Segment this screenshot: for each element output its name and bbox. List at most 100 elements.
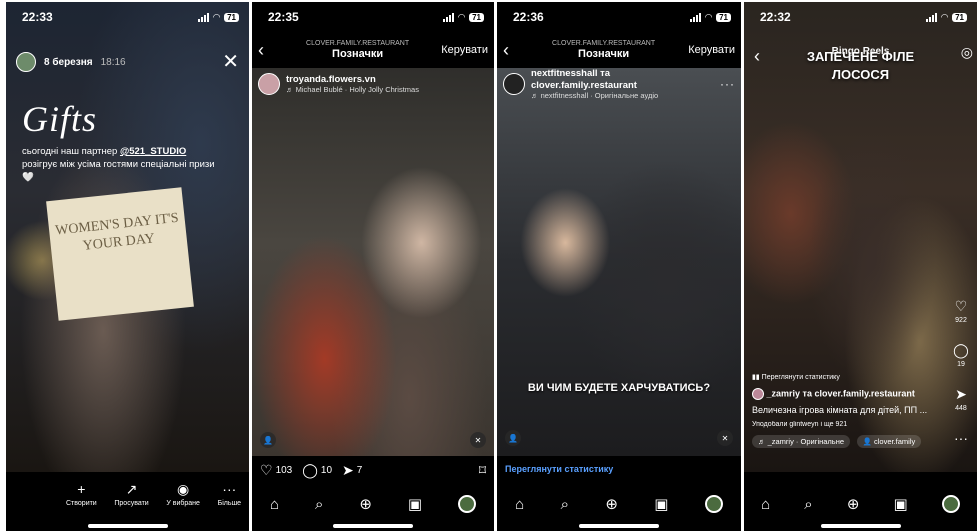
- send-icon: ➤: [955, 386, 967, 402]
- avatar[interactable]: [16, 52, 36, 72]
- heart-icon: ♡: [954, 298, 968, 314]
- account-name: CLOVER.FAMILY.RESTAURANT: [306, 40, 410, 48]
- tag-pill[interactable]: 👤 clover.family: [856, 434, 922, 449]
- profile-avatar[interactable]: [941, 495, 960, 513]
- profile-avatar[interactable]: [458, 495, 477, 513]
- signal-icon: [690, 12, 702, 22]
- bottom-nav: ⌂ ⌕ ⊕ ▣: [497, 490, 741, 518]
- audio-pill[interactable]: ♬ _zamriy · Оригінальне: [752, 434, 851, 449]
- top-bar: ‹ CLOVER.FAMILY.RESTAURANT Позначки Керу…: [497, 32, 741, 68]
- gifts-title: Gifts: [22, 99, 98, 139]
- signal-icon: [926, 12, 938, 22]
- status-bar: 22:36 ◠ 71: [497, 2, 741, 32]
- search-icon[interactable]: ⌕: [561, 496, 569, 513]
- bookmark-icon[interactable]: ⌑: [479, 462, 486, 479]
- post-username[interactable]: nextfitnesshall та clover.family.restaur…: [531, 68, 714, 91]
- create-icon[interactable]: ⊕: [847, 495, 860, 513]
- reels-icon[interactable]: ▣: [654, 495, 668, 513]
- mute-icon[interactable]: ✕: [470, 432, 486, 448]
- reels-icon[interactable]: ▣: [894, 495, 908, 513]
- manage-button[interactable]: Керувати: [441, 44, 488, 56]
- search-icon[interactable]: ⌕: [315, 496, 323, 513]
- status-bar: 22:32 ◠ 71: [744, 2, 977, 32]
- more-icon: ···: [954, 430, 968, 446]
- avatar[interactable]: [503, 73, 525, 95]
- home-indicator: [820, 524, 901, 528]
- create-button[interactable]: + Створити: [66, 482, 97, 507]
- view-stats-link[interactable]: ▮▮ Переглянути статистику: [752, 374, 947, 383]
- bottom-nav: ⌂ ⌕ ⊕ ▣: [252, 490, 494, 518]
- heart-icon: ♡: [260, 462, 273, 478]
- partner-link[interactable]: @521_STUDIO: [120, 146, 186, 157]
- share-button[interactable]: ➤ 448: [955, 386, 967, 412]
- comment-icon: ◯: [302, 462, 318, 478]
- profile-avatar[interactable]: [704, 495, 723, 513]
- create-icon[interactable]: ⊕: [359, 495, 372, 513]
- post-video[interactable]: [497, 68, 741, 456]
- more-icon: ···: [222, 481, 237, 497]
- battery-icon: 71: [224, 12, 239, 22]
- more-icon[interactable]: ···: [720, 77, 735, 91]
- comment-button[interactable]: ◯ 10: [302, 462, 332, 479]
- home-indicator: [579, 524, 659, 528]
- tagged-post-screen: 22:36 ◠ 71 ‹ CLOVER.FAMILY.RESTAURANT По…: [497, 2, 741, 531]
- battery-icon: 71: [469, 12, 484, 22]
- promote-button[interactable]: ↗ Просувати: [114, 482, 148, 507]
- back-icon[interactable]: ‹: [754, 46, 760, 67]
- bottom-nav: ⌂ ⌕ ⊕ ▣: [744, 490, 977, 518]
- page-title: Позначки: [578, 47, 630, 60]
- wifi-icon: ◠: [213, 11, 221, 22]
- status-time: 22:35: [268, 10, 299, 24]
- signal-icon: [198, 12, 210, 22]
- post-audio[interactable]: ♬ Michael Bublé · Holly Jolly Christmas: [286, 85, 488, 94]
- like-button[interactable]: ♡ 103: [260, 462, 292, 479]
- post-actions: ♡ 103 ◯ 10 ➤ 7 ⌑: [260, 462, 486, 479]
- home-icon[interactable]: ⌂: [761, 496, 770, 513]
- tagged-post-screen: 22:35 ◠ 71 ‹ CLOVER.FAMILY.RESTAURANT По…: [252, 2, 494, 531]
- camera-icon[interactable]: ◎: [961, 44, 973, 61]
- signal-icon: [443, 12, 455, 22]
- reel-username[interactable]: _zamriy та clover.family.restaurant: [752, 387, 947, 400]
- more-button[interactable]: ···: [954, 430, 968, 446]
- battery-icon: 71: [716, 12, 731, 22]
- comment-icon: ◯: [953, 342, 969, 358]
- video-caption: ВИ ЧИМ БУДЕТЕ ХАРЧУВАТИСЬ?: [527, 382, 711, 394]
- wifi-icon: ◠: [458, 11, 466, 22]
- search-icon[interactable]: ⌕: [804, 496, 812, 513]
- send-icon: ➤: [342, 462, 354, 478]
- home-icon[interactable]: ⌂: [515, 496, 524, 513]
- status-bar: 22:35 ◠ 71: [252, 2, 494, 32]
- reel-description[interactable]: Величезна ігрова кімната для дітей, ПП .…: [752, 405, 947, 416]
- view-stats-link[interactable]: Переглянути статистику: [505, 464, 613, 474]
- mute-icon[interactable]: ✕: [717, 430, 733, 446]
- avatar: [752, 387, 764, 400]
- avatar[interactable]: [258, 73, 280, 95]
- status-time: 22:32: [760, 10, 791, 24]
- home-icon[interactable]: ⌂: [270, 496, 279, 513]
- close-icon[interactable]: ✕: [222, 52, 239, 72]
- liked-by[interactable]: Уподобали glintweyn і ще 921: [752, 421, 947, 430]
- tag-icon[interactable]: 👤: [505, 430, 521, 446]
- post-photo[interactable]: [252, 68, 494, 456]
- share-button[interactable]: ➤ 7: [342, 462, 362, 479]
- story-header: 8 березня 18:16 ✕: [16, 52, 239, 72]
- post-username[interactable]: troyanda.flowers.vn: [286, 74, 488, 85]
- wifi-icon: ◠: [941, 11, 949, 22]
- manage-button[interactable]: Керувати: [688, 44, 735, 56]
- story-actions: + Створити ↗ Просувати ◉ У вибране ··· Більш…: [66, 482, 241, 507]
- post-audio[interactable]: ♬ nextfitnesshall · Оригінальне аудіо: [531, 91, 714, 100]
- more-button[interactable]: ··· Більше: [218, 482, 241, 507]
- post-header: nextfitnesshall та clover.family.restaur…: [497, 68, 741, 100]
- highlight-button[interactable]: ◉ У вибране: [166, 482, 200, 507]
- back-icon[interactable]: ‹: [503, 40, 519, 61]
- reels-icon[interactable]: ▣: [408, 495, 422, 513]
- story-text: сьогодні наш партнер @521_STUDIO розігру…: [22, 146, 215, 183]
- reels-screen: 22:32 ◠ 71 ‹ Bingo Reels ЗАПЕЧЕНЕ ФІЛЕ Л…: [744, 2, 977, 531]
- like-button[interactable]: ♡ 922: [955, 298, 968, 324]
- tag-icon[interactable]: 👤: [260, 432, 276, 448]
- greeting-card: WOMEN'S DAY IT'S YOUR DAY: [46, 187, 194, 321]
- back-icon[interactable]: ‹: [258, 40, 274, 61]
- create-icon[interactable]: ⊕: [605, 495, 618, 513]
- highlight-icon: ◉: [177, 481, 190, 497]
- comment-button[interactable]: ◯ 19: [953, 342, 969, 368]
